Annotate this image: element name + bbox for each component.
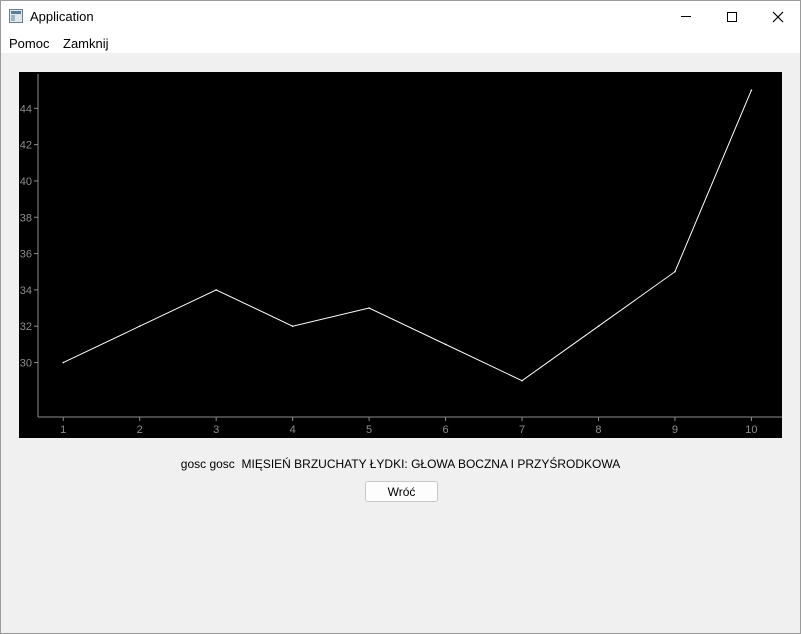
- y-tick-label: 36: [20, 249, 32, 261]
- x-tick-label: 9: [672, 424, 678, 436]
- maximize-icon: [727, 11, 737, 22]
- minimize-button[interactable]: [663, 1, 709, 32]
- x-tick-label: 1: [60, 424, 66, 436]
- y-tick-label: 44: [20, 103, 32, 115]
- data-point: [597, 325, 600, 328]
- y-tick-label: 42: [20, 140, 32, 152]
- title-bar[interactable]: Application: [1, 1, 800, 32]
- data-point: [444, 343, 447, 346]
- line-chart: 30323436384042441 2 3 4 5 6 7 8 9 10: [20, 74, 782, 436]
- x-tick-label: 2: [137, 424, 143, 436]
- app-window-icon: [9, 9, 23, 23]
- data-point: [62, 361, 65, 364]
- data-point: [291, 325, 294, 328]
- close-button[interactable]: [755, 1, 800, 32]
- x-tick-label: 7: [519, 424, 525, 436]
- back-button[interactable]: Wróć: [365, 481, 438, 502]
- y-tick-label: 32: [20, 321, 32, 333]
- user-name: gosc gosc: [180, 457, 235, 471]
- y-tick-label: 40: [20, 176, 32, 188]
- data-point: [521, 379, 523, 382]
- x-tick-label: 10: [745, 424, 757, 436]
- data-point: [138, 325, 141, 328]
- x-tick-label: 8: [595, 424, 601, 436]
- x-tick-label: 3: [213, 424, 219, 436]
- minimize-icon: [681, 16, 691, 17]
- application-window: Application Pomoc Zamknij 30 32 34 36 38 40 42…: [0, 0, 801, 634]
- muscle-name: MIĘSIEŃ BRZUCHATY ŁYDKI: GŁOWA BOCZNA I …: [241, 457, 621, 471]
- menu-bar: Pomoc Zamknij: [1, 32, 800, 53]
- data-point: [368, 307, 370, 309]
- x-tick-label: 6: [442, 424, 448, 436]
- y-tick-label: 38: [20, 212, 32, 224]
- info-text: gosc gosc MIĘSIEŃ BRZUCHATY ŁYDKI: GŁOWA…: [1, 457, 800, 471]
- y-tick-label: 34: [20, 285, 32, 297]
- series-line: [63, 89, 752, 382]
- chart-area: 30 32 34 36 38 40 42 44 1 2 3 4 5 6 7 8 9 10: [19, 72, 782, 438]
- data-point: [215, 289, 217, 291]
- x-tick-label: 5: [366, 424, 372, 436]
- y-tick-label: 30: [20, 358, 32, 370]
- window-title: Application: [30, 9, 94, 24]
- data-point: [750, 89, 753, 91]
- x-tick-label: 4: [290, 424, 296, 436]
- data-point: [674, 270, 676, 273]
- maximize-button[interactable]: [709, 1, 755, 32]
- menu-item-pomoc[interactable]: Pomoc: [9, 36, 49, 51]
- menu-item-zamknij[interactable]: Zamknij: [63, 36, 109, 51]
- close-icon: [772, 11, 784, 22]
